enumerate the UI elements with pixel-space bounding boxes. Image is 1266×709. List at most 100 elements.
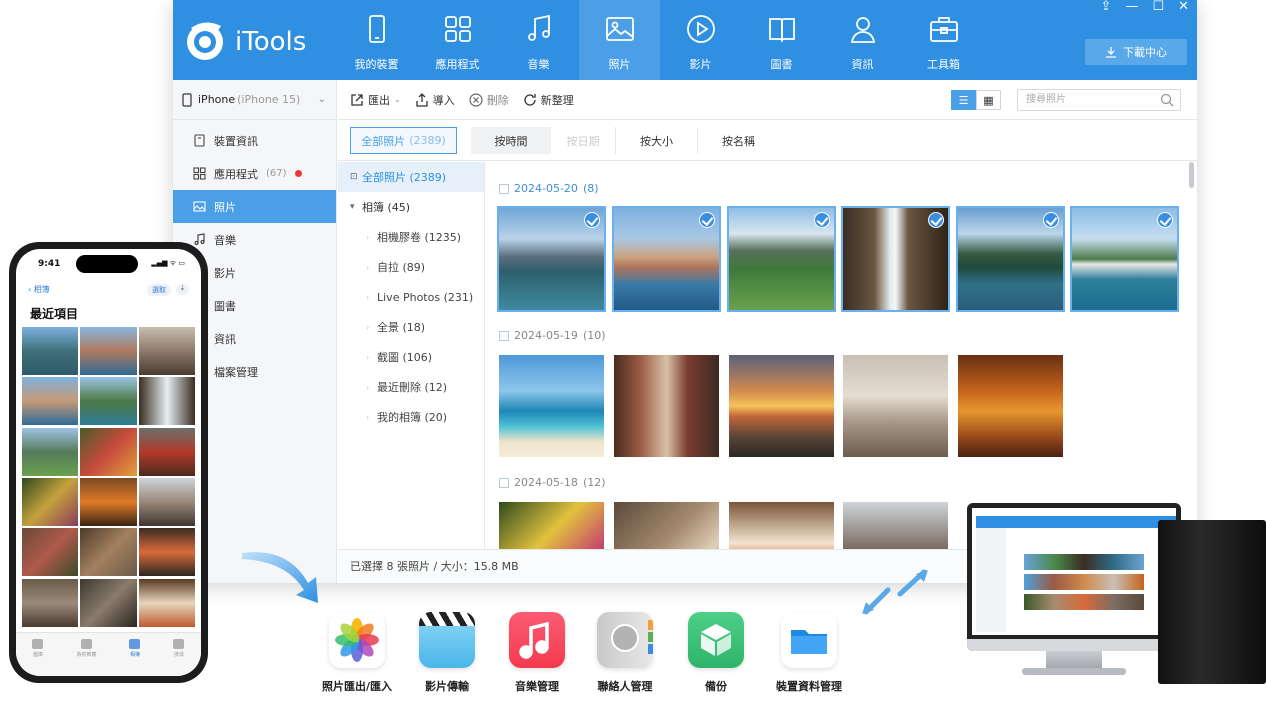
tree-label: 我的相簿 (20) — [377, 411, 448, 424]
tree-album-item[interactable]: › 全景 (18) — [338, 312, 484, 342]
date-group-header[interactable]: 2024-05-20 (8) — [499, 182, 599, 195]
nav-videos[interactable]: 影片 — [660, 0, 741, 80]
filter-all-photos[interactable]: 全部照片 (2389) — [350, 127, 457, 154]
phone-back-button[interactable]: ‹ 相簿 — [28, 284, 50, 295]
phone-photo[interactable] — [80, 477, 137, 526]
photo-thumbnail[interactable] — [727, 206, 836, 312]
photo-thumbnail[interactable] — [841, 206, 950, 312]
check-icon[interactable] — [928, 212, 944, 228]
photo-thumbnail[interactable] — [729, 355, 834, 457]
date-group-header[interactable]: 2024-05-18 (12) — [499, 476, 606, 489]
device-selector[interactable]: iPhone (iPhone 15) ⌄ — [173, 80, 336, 120]
nav-contacts[interactable]: 資訊 — [822, 0, 903, 80]
photo-thumbnail[interactable] — [612, 206, 721, 312]
check-icon[interactable] — [699, 212, 715, 228]
phone-photo[interactable] — [22, 377, 79, 426]
phone-photo[interactable] — [22, 327, 79, 375]
tree-album-item[interactable]: › Live Photos (231) — [338, 282, 484, 312]
photo-thumbnail[interactable] — [843, 502, 948, 549]
check-icon[interactable] — [1157, 212, 1173, 228]
sidebar-item-device-info[interactable]: 裝置資訊 — [173, 124, 336, 157]
phone-photo[interactable] — [138, 528, 195, 577]
phone-photo[interactable] — [80, 427, 137, 476]
phone-tab-albums[interactable]: 相簿 — [129, 639, 141, 676]
phone-photo[interactable] — [80, 578, 137, 627]
tree-album-item[interactable]: › 相機膠卷 (1235) — [338, 222, 484, 252]
nav-music[interactable]: 音樂 — [498, 0, 579, 80]
scrollbar[interactable] — [1189, 162, 1194, 188]
close-icon[interactable]: ✕ — [1178, 0, 1189, 16]
phone-tab-library[interactable]: 圖庫 — [32, 639, 44, 676]
sync-arrows-icon — [862, 569, 928, 615]
phone-photo[interactable] — [138, 377, 195, 426]
phone-photo[interactable] — [22, 477, 79, 526]
export-button[interactable]: 匯出 ⌄ — [350, 92, 401, 108]
phone-photo[interactable] — [22, 578, 79, 627]
phone-tab-search[interactable]: 搜尋 — [173, 639, 185, 676]
filter-by-day[interactable]: 按日期 — [551, 127, 615, 154]
nav-photos[interactable]: 照片 — [579, 0, 660, 80]
date-group-header[interactable]: 2024-05-19 (10) — [499, 329, 606, 342]
photo-thumbnail[interactable] — [614, 502, 719, 549]
import-button[interactable]: 導入 — [415, 92, 455, 108]
photo-thumbnail[interactable] — [499, 502, 604, 549]
photo-thumbnail[interactable] — [497, 206, 606, 312]
phone-tab-for-you[interactable]: 為你推薦 — [76, 639, 96, 676]
photo-thumbnail[interactable] — [843, 355, 948, 457]
group-checkbox[interactable] — [499, 477, 509, 488]
sidebar-item-photos[interactable]: 照片 — [173, 190, 336, 223]
sidebar-item-apps[interactable]: 應用程式 (67) — [173, 157, 336, 190]
photo-thumbnail[interactable] — [614, 355, 719, 457]
filter-by-name[interactable]: 按名稱 — [697, 127, 779, 154]
maximize-icon[interactable]: ☐ — [1152, 0, 1164, 16]
photo-thumbnail[interactable] — [729, 502, 834, 549]
phone-photo[interactable] — [138, 427, 195, 476]
phone-photo[interactable] — [22, 528, 79, 577]
device-model: (iPhone 15) — [237, 93, 301, 106]
photo-thumbnail[interactable] — [956, 206, 1065, 312]
check-icon[interactable] — [584, 212, 600, 228]
minimize-icon[interactable]: — — [1125, 0, 1138, 16]
phone-photo[interactable] — [80, 327, 137, 375]
delete-button[interactable]: 刪除 — [469, 92, 509, 108]
nav-books[interactable]: 圖書 — [741, 0, 822, 80]
apps-icon — [193, 167, 206, 180]
phone-select-button[interactable]: 選取 — [147, 284, 171, 296]
feature-device-files[interactable]: 裝置資料管理 — [754, 612, 864, 694]
phone-photo[interactable] — [138, 578, 195, 627]
tree-album-item[interactable]: › 自拉 (89) — [338, 252, 484, 282]
list-view-icon[interactable]: ☰ — [951, 90, 976, 110]
check-icon[interactable] — [1043, 212, 1059, 228]
search-input[interactable]: 搜尋照片 — [1017, 89, 1181, 111]
phone-photo[interactable] — [138, 327, 195, 375]
phone-photo[interactable] — [22, 427, 79, 476]
group-checkbox[interactable] — [499, 330, 509, 341]
tree-albums[interactable]: ▾ 相簿 (45) — [338, 192, 484, 222]
check-icon[interactable] — [814, 212, 830, 228]
more-icon[interactable]: ⇣ — [176, 284, 189, 295]
filter-by-time[interactable]: 按時間 — [471, 127, 551, 154]
photo-thumbnail[interactable] — [499, 355, 604, 457]
nav-apps[interactable]: 應用程式 — [417, 0, 498, 80]
photo-grid: 2024-05-20 (8) 2024-05-19 (10) 2024-05-1… — [486, 162, 1197, 549]
grid-view-icon[interactable]: ▦ — [976, 90, 1001, 110]
photo-thumbnail[interactable] — [1070, 206, 1179, 312]
refresh-button[interactable]: 新整理 — [523, 92, 574, 108]
tree-album-item[interactable]: › 截圖 (106) — [338, 342, 484, 372]
phone-photo[interactable] — [138, 477, 195, 526]
group-checkbox[interactable] — [499, 183, 509, 194]
nav-toolbox[interactable]: 工具箱 — [903, 0, 984, 80]
tree-album-item[interactable]: › 最近刪除 (12) — [338, 372, 484, 402]
search-icon — [173, 639, 185, 649]
photo-thumbnail[interactable] — [958, 355, 1063, 457]
tree-all-photos[interactable]: ⊡ 全部照片 (2389) — [338, 162, 484, 192]
filter-by-size[interactable]: 按大小 — [615, 127, 697, 154]
download-center-button[interactable]: 下載中心 — [1085, 39, 1187, 65]
tree-album-item[interactable]: › 我的相簿 (20) — [338, 402, 484, 432]
phone-photo[interactable] — [80, 377, 137, 426]
nav-my-device[interactable]: 我的裝置 — [336, 0, 417, 80]
import-label: 導入 — [432, 93, 455, 107]
phone-photo[interactable] — [80, 528, 137, 577]
itools-logo-icon — [187, 22, 223, 60]
skin-icon[interactable]: ⇪ — [1101, 0, 1112, 16]
